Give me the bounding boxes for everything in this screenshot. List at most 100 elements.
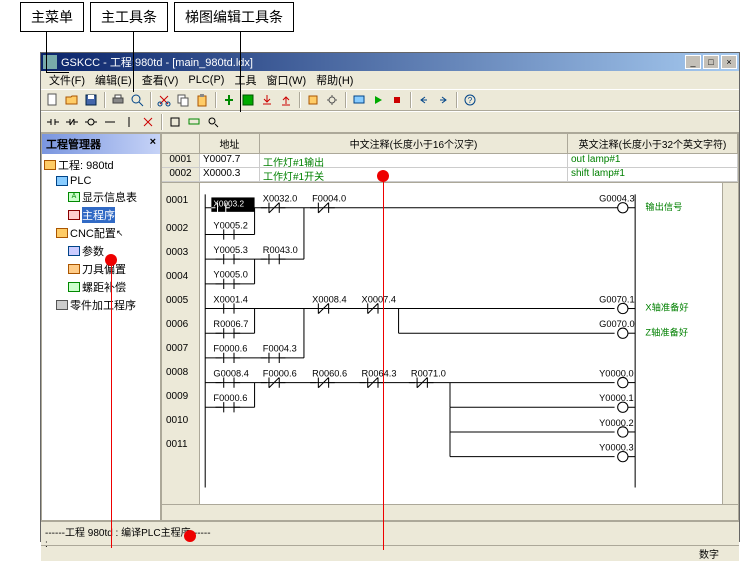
header-blank <box>162 134 200 153</box>
annotation-main-toolbar: 主工具条 <box>90 2 168 32</box>
contact-no-icon[interactable] <box>44 113 62 131</box>
toolbar-separator <box>299 92 301 108</box>
print-preview-icon[interactable] <box>128 91 146 109</box>
config-icon[interactable] <box>304 91 322 109</box>
main-toolbar: ? <box>41 89 739 111</box>
project-panel: 工程管理器 × 工程: 980td PLC A显示信息表 主程序 CNC配置↖ … <box>41 133 161 521</box>
cell-cn[interactable]: 工作灯#1输出 <box>260 154 568 168</box>
header-addr[interactable]: 地址 <box>200 134 260 153</box>
compile-icon[interactable] <box>220 91 238 109</box>
tree-params[interactable]: 参数 <box>44 242 158 260</box>
find-icon[interactable] <box>204 113 222 131</box>
horizontal-scrollbar[interactable] <box>162 504 738 520</box>
upload-icon[interactable] <box>277 91 295 109</box>
svg-text:F0004.3: F0004.3 <box>263 344 297 354</box>
open-icon[interactable] <box>63 91 81 109</box>
red-marker-dot <box>105 254 117 266</box>
contact-nc-icon[interactable] <box>63 113 81 131</box>
menu-plc[interactable]: PLC(P) <box>188 74 224 86</box>
cursor-icon: ↖ <box>116 228 124 239</box>
panel-close-button[interactable]: × <box>150 136 156 152</box>
header-chinese[interactable]: 中文注释(长度小于16个汉字) <box>260 134 568 153</box>
table-row[interactable]: 0001 Y0007.7 工作灯#1输出 out lamp#1 <box>162 154 738 168</box>
menu-file[interactable]: 文件(F) <box>49 72 85 88</box>
menu-edit[interactable]: 编辑(E) <box>95 72 132 88</box>
undo-icon[interactable] <box>415 91 433 109</box>
svg-text:X0008.4: X0008.4 <box>312 294 346 304</box>
svg-text:R0071.0: R0071.0 <box>411 368 446 378</box>
menu-window[interactable]: 窗口(W) <box>266 72 306 88</box>
svg-text:G0004.3: G0004.3 <box>599 194 635 204</box>
svg-text:X0032.0: X0032.0 <box>263 194 297 204</box>
svg-text:G0008.4: G0008.4 <box>213 368 248 378</box>
paste-icon[interactable] <box>193 91 211 109</box>
tree-root[interactable]: 工程: 980td <box>44 156 158 174</box>
app-window: GSKCC - 工程:980td - [main_980td.ldx] _ □ … <box>40 52 740 542</box>
vertical-scrollbar[interactable] <box>722 183 738 504</box>
minimize-button[interactable]: _ <box>685 55 701 69</box>
table-row[interactable]: 0002 X0000.3 工作灯#1开关 shift lamp#1 <box>162 168 738 182</box>
build-icon[interactable] <box>239 91 257 109</box>
maximize-button[interactable]: □ <box>703 55 719 69</box>
header-english[interactable]: 英文注释(长度小于32个英文字符) <box>568 134 738 153</box>
run-icon[interactable] <box>369 91 387 109</box>
tree-part-program[interactable]: 零件加工程序 <box>44 296 158 314</box>
hline-icon[interactable] <box>101 113 119 131</box>
download-icon[interactable] <box>258 91 276 109</box>
menubar: 文件(F) 编辑(E) 查看(V) PLC(P) 工具 窗口(W) 帮助(H) <box>41 71 739 89</box>
monitor-icon[interactable] <box>350 91 368 109</box>
project-tree: 工程: 980td PLC A显示信息表 主程序 CNC配置↖ 参数 刀具偏置 … <box>42 154 160 520</box>
svg-text:X0001.4: X0001.4 <box>213 294 247 304</box>
menu-help[interactable]: 帮助(H) <box>316 72 353 88</box>
save-icon[interactable] <box>82 91 100 109</box>
comment-icon[interactable] <box>185 113 203 131</box>
ladder-toolbar <box>41 111 739 133</box>
cell-cn[interactable]: 工作灯#1开关 <box>260 168 568 182</box>
svg-text:R0064.3: R0064.3 <box>362 368 397 378</box>
row-num: 0001 <box>162 154 200 168</box>
settings-icon[interactable] <box>323 91 341 109</box>
panel-title: 工程管理器 <box>46 136 101 152</box>
copy-icon[interactable] <box>174 91 192 109</box>
function-icon[interactable] <box>166 113 184 131</box>
annotation-connector <box>46 30 47 72</box>
tree-main-program[interactable]: 主程序 <box>44 206 158 224</box>
cell-addr[interactable]: X0000.3 <box>200 168 260 182</box>
svg-text:R0060.6: R0060.6 <box>312 368 347 378</box>
red-marker-dot <box>377 170 389 182</box>
close-button[interactable]: × <box>721 55 737 69</box>
new-icon[interactable] <box>44 91 62 109</box>
print-icon[interactable] <box>109 91 127 109</box>
ladder-editor[interactable]: 0001 0002 0003 0004 0005 0006 0007 0008 … <box>162 182 738 504</box>
annotation-connector <box>240 30 241 112</box>
delete-icon[interactable] <box>139 113 157 131</box>
ladder-diagram: X0003.2 X0032.0 F0004.0 G0004.3 输出信号 <box>162 183 738 504</box>
tree-plc[interactable]: PLC <box>44 174 158 188</box>
toolbar-separator <box>161 114 163 130</box>
redo-icon[interactable] <box>434 91 452 109</box>
cell-en[interactable]: out lamp#1 <box>568 154 738 168</box>
help-icon[interactable]: ? <box>461 91 479 109</box>
svg-text:G0070.0: G0070.0 <box>599 319 635 329</box>
stop-icon[interactable] <box>388 91 406 109</box>
coil-icon[interactable] <box>82 113 100 131</box>
cell-en[interactable]: shift lamp#1 <box>568 168 738 182</box>
svg-text:输出信号: 输出信号 <box>645 201 682 212</box>
tree-tool-offset[interactable]: 刀具偏置 <box>44 260 158 278</box>
svg-text:F0004.0: F0004.0 <box>312 194 346 204</box>
annotation-connector <box>46 72 69 73</box>
tree-info-table[interactable]: A显示信息表 <box>44 188 158 206</box>
annotation-ladder-toolbar: 梯图编辑工具条 <box>174 2 294 32</box>
red-marker-line <box>383 182 384 550</box>
ladder-row-numbers: 0001 0002 0003 0004 0005 0006 0007 0008 … <box>162 183 200 504</box>
cut-icon[interactable] <box>155 91 173 109</box>
tree-cnc-config[interactable]: CNC配置↖ <box>44 224 158 242</box>
svg-text:R0043.0: R0043.0 <box>263 245 298 255</box>
cell-addr[interactable]: Y0007.7 <box>200 154 260 168</box>
menu-view[interactable]: 查看(V) <box>142 72 179 88</box>
data-table-header: 地址 中文注释(长度小于16个汉字) 英文注释(长度小于32个英文字符) <box>162 134 738 154</box>
vline-icon[interactable] <box>120 113 138 131</box>
toolbar-separator <box>215 92 217 108</box>
tree-pitch-comp[interactable]: 螺距补偿 <box>44 278 158 296</box>
menu-tools[interactable]: 工具 <box>234 72 256 88</box>
